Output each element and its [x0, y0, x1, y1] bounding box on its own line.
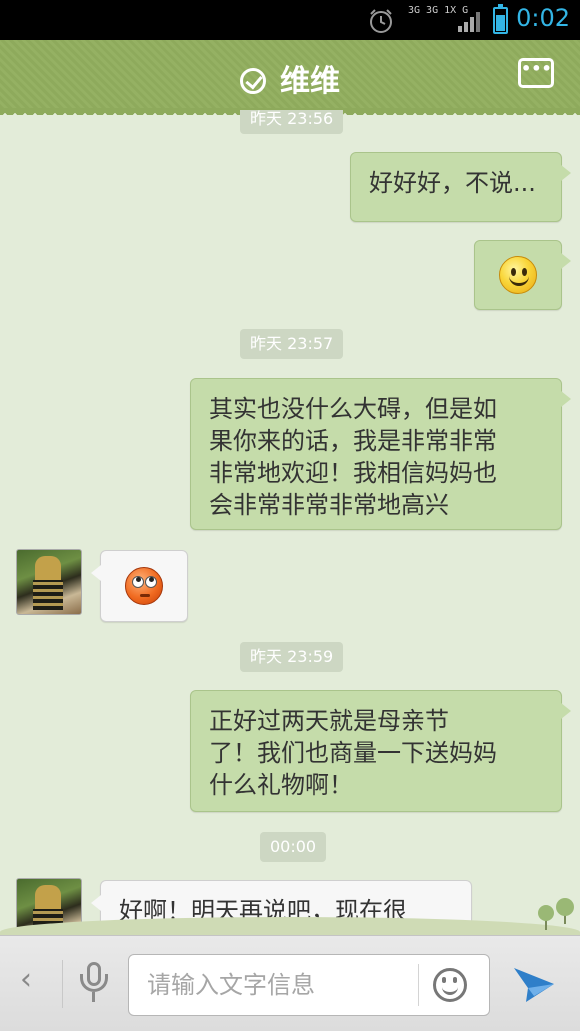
- message-line: 果你来的话，我是非常非常: [209, 427, 497, 455]
- verified-check-icon: [240, 68, 266, 94]
- eye-roll-emoji-icon: [125, 567, 163, 605]
- emoji-bubble-received[interactable]: [91, 550, 188, 622]
- timestamp: 00:00: [260, 832, 327, 862]
- message-line: 其实也没什么大碍，但是如: [209, 395, 497, 423]
- divider: [62, 960, 63, 1008]
- more-menu-icon: •••: [521, 59, 552, 78]
- tree-decoration: [538, 905, 554, 921]
- message-line: 了！我们也商量一下送妈妈: [209, 739, 497, 767]
- alarm-icon: [370, 9, 392, 33]
- emoji-icon[interactable]: [433, 968, 467, 1002]
- divider: [418, 964, 419, 1006]
- send-icon[interactable]: [512, 964, 556, 1006]
- header-title-group: 维维: [0, 56, 580, 100]
- contact-name: 维维: [280, 64, 340, 99]
- chat-header: 维维 •••: [0, 40, 580, 115]
- timestamp: 昨天 23:59: [240, 642, 344, 672]
- timestamp: 昨天 23:56: [240, 110, 344, 134]
- emoji-bubble-sent[interactable]: [474, 240, 571, 310]
- microphone-icon[interactable]: [80, 962, 108, 1008]
- battery-icon: [493, 4, 508, 34]
- message-bubble-sent[interactable]: 好好好，不说...: [350, 152, 571, 222]
- contact-avatar[interactable]: [16, 549, 82, 615]
- background-hill: [0, 917, 580, 935]
- more-menu-button[interactable]: •••: [518, 58, 554, 88]
- status-bar: 3G 3G 1X G 0:02: [0, 0, 580, 40]
- timestamp: 昨天 23:57: [240, 329, 344, 359]
- input-bar: ‹: [0, 935, 580, 1031]
- message-bubble-sent[interactable]: 正好过两天就是母亲节 了！我们也商量一下送妈妈 什么礼物啊！: [190, 690, 571, 812]
- smile-emoji-icon: [499, 256, 537, 294]
- message-line: 正好过两天就是母亲节: [209, 707, 449, 735]
- tree-decoration: [556, 898, 574, 916]
- back-chevron-icon[interactable]: ‹: [20, 962, 32, 997]
- message-bubble-sent[interactable]: 其实也没什么大碍，但是如 果你来的话，我是非常非常 非常地欢迎！我相信妈妈也 会…: [190, 378, 571, 530]
- message-line: 非常地欢迎！我相信妈妈也: [209, 459, 497, 487]
- message-text: 好好好，不说...: [369, 169, 536, 197]
- message-line: 什么礼物啊！: [209, 771, 353, 799]
- signal-icon: [458, 12, 480, 32]
- status-clock: 0:02: [516, 4, 570, 32]
- message-list[interactable]: 昨天 23:56 好好好，不说... 昨天 23:57 其实也没什么大碍，但是如…: [0, 110, 580, 935]
- message-line: 会非常非常非常地高兴: [209, 491, 449, 519]
